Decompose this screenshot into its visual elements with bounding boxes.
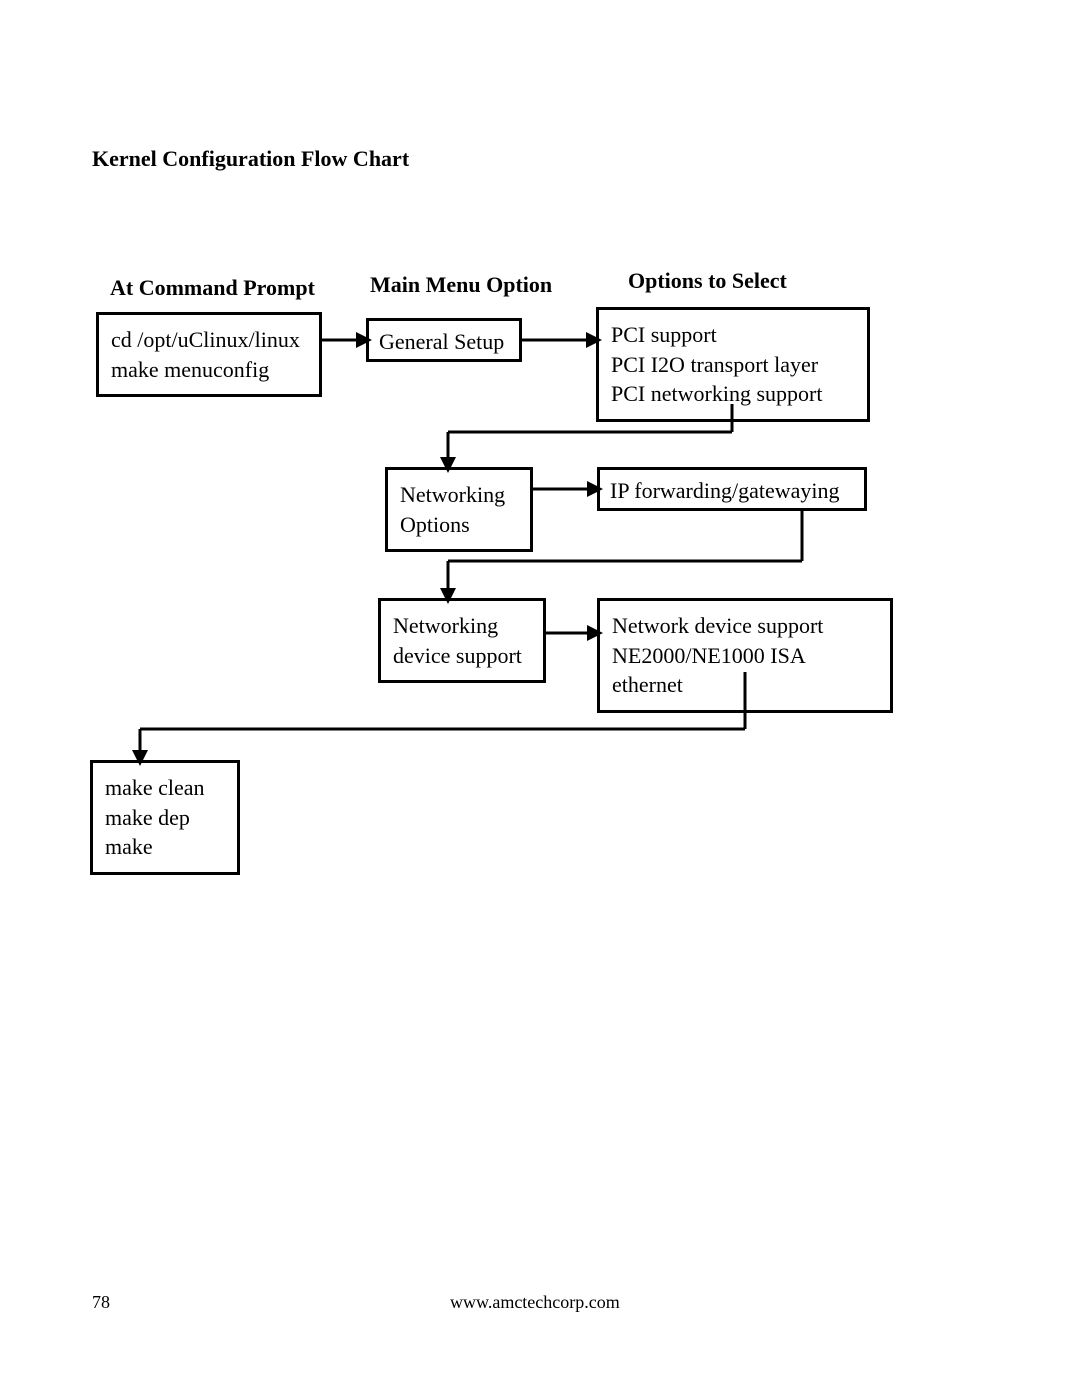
net-dev-opts-line-1: Network device support [612, 611, 878, 641]
general-setup-label: General Setup [379, 327, 509, 357]
footer-page-number: 78 [92, 1292, 110, 1313]
column-header-left: At Command Prompt [110, 275, 315, 301]
ipfw-label: IP forwarding/gatewaying [610, 476, 854, 506]
pci-line-2: PCI I2O transport layer [611, 350, 855, 380]
cmd-line-1: cd /opt/uClinux/linux [111, 325, 307, 355]
box-networking-device-support: Networking device support [378, 598, 546, 683]
column-header-right: Options to Select [628, 268, 787, 294]
net-dev-opts-line-2: NE2000/NE1000 ISA ethernet [612, 641, 878, 700]
box-general-setup: General Setup [366, 318, 522, 362]
net-opts-line-1: Networking [400, 480, 518, 510]
cmd-line-2: make menuconfig [111, 355, 307, 385]
pci-line-1: PCI support [611, 320, 855, 350]
make-line-3: make [105, 832, 225, 862]
pci-line-3: PCI networking support [611, 379, 855, 409]
page-title: Kernel Configuration Flow Chart [92, 146, 409, 172]
flow-arrows [0, 0, 1080, 1397]
make-line-2: make dep [105, 803, 225, 833]
box-command-prompt: cd /opt/uClinux/linux make menuconfig [96, 312, 322, 397]
page: Kernel Configuration Flow Chart At Comma… [0, 0, 1080, 1397]
box-network-device-options: Network device support NE2000/NE1000 ISA… [597, 598, 893, 713]
box-make-final: make clean make dep make [90, 760, 240, 875]
make-line-1: make clean [105, 773, 225, 803]
column-header-mid: Main Menu Option [370, 272, 552, 298]
box-networking-options: Networking Options [385, 467, 533, 552]
net-opts-line-2: Options [400, 510, 518, 540]
box-ip-forwarding: IP forwarding/gatewaying [597, 467, 867, 511]
net-dev-line-1: Networking [393, 611, 531, 641]
box-pci-options: PCI support PCI I2O transport layer PCI … [596, 307, 870, 422]
net-dev-line-2: device support [393, 641, 531, 671]
footer-url: www.amctechcorp.com [450, 1292, 620, 1313]
